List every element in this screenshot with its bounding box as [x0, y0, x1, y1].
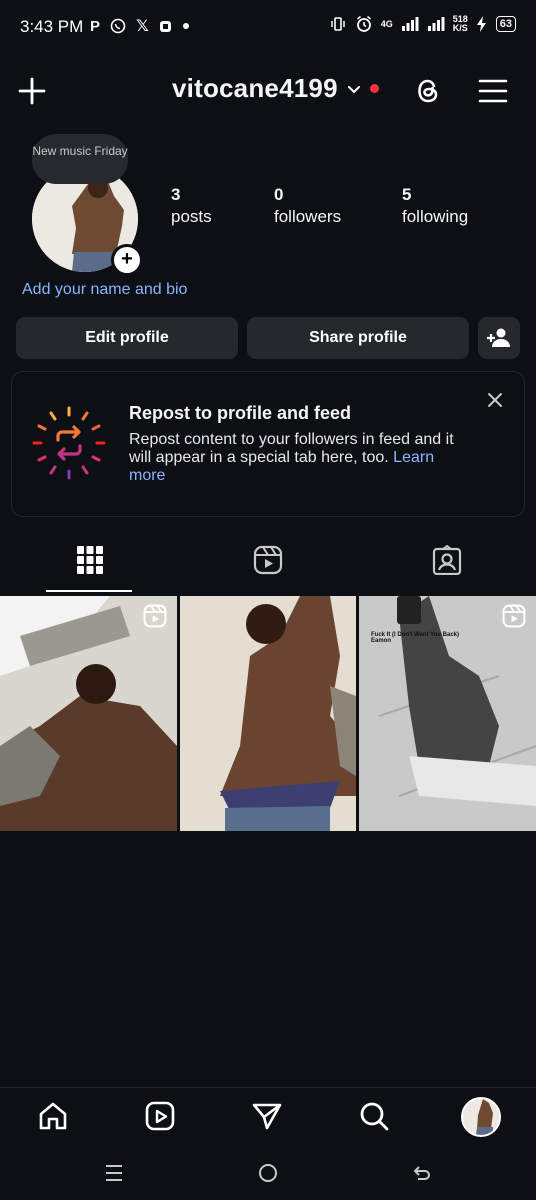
- add-person-icon: [487, 328, 510, 347]
- posts-label: posts: [171, 207, 212, 226]
- active-tab-indicator: [46, 590, 132, 592]
- post-tile-3[interactable]: Fuck It (I Don't Want You Back) Eamon: [359, 596, 536, 831]
- reel-badge-icon: [143, 604, 167, 628]
- system-home[interactable]: [258, 1163, 278, 1183]
- dismiss-card-button[interactable]: [487, 392, 503, 408]
- reel-badge-icon: [502, 604, 526, 628]
- threads-button[interactable]: [412, 75, 444, 107]
- status-system-icons: 4G 518 K/S 63: [329, 15, 516, 33]
- system-back[interactable]: [412, 1163, 432, 1183]
- post-tile-2[interactable]: [180, 596, 356, 831]
- create-button[interactable]: [17, 76, 47, 106]
- chevron-down-icon: [346, 81, 362, 97]
- nav-profile-avatar[interactable]: [461, 1097, 501, 1137]
- posts-count: 3: [171, 185, 181, 204]
- grid-icon: [77, 546, 103, 574]
- repost-card-title: Repost to profile and feed: [129, 403, 352, 423]
- username: vitocane4199: [172, 73, 338, 103]
- reels-icon: [145, 1101, 175, 1131]
- nav-search[interactable]: [358, 1100, 390, 1132]
- tab-reels[interactable]: [253, 545, 283, 575]
- network-speed: 518 K/S: [453, 15, 468, 33]
- tagged-icon: [432, 545, 462, 575]
- nav-reels[interactable]: [144, 1100, 176, 1132]
- back-icon: [413, 1166, 430, 1180]
- notification-dot: [369, 84, 379, 93]
- p-icon: P: [90, 17, 101, 35]
- dot-icon: [182, 22, 190, 30]
- alarm-icon: [355, 15, 373, 33]
- account-switcher[interactable]: vitocane4199: [172, 73, 379, 104]
- stat-following[interactable]: 5 following: [402, 184, 468, 228]
- edit-profile-button[interactable]: Edit profile: [16, 317, 238, 359]
- repost-card-body: Repost content to your followers in feed…: [129, 431, 459, 485]
- charging-icon: [476, 16, 488, 32]
- discover-people-button[interactable]: [478, 317, 520, 359]
- messages-icon: [252, 1103, 282, 1130]
- search-icon: [360, 1102, 389, 1131]
- add-bio-link[interactable]: Add your name and bio: [22, 281, 187, 299]
- post-3-caption: Fuck It (I Don't Want You Back) Eamon: [371, 632, 461, 644]
- nav-home[interactable]: [37, 1100, 69, 1132]
- post-tile-1[interactable]: [0, 596, 177, 831]
- profile-avatar-photo: [463, 1099, 499, 1135]
- signal-icon: [401, 17, 419, 31]
- threads-icon: [418, 79, 438, 103]
- hamburger-icon: [478, 79, 508, 103]
- add-story-button[interactable]: +: [111, 244, 143, 276]
- repost-icon: [32, 406, 106, 480]
- vibrate-icon: [329, 16, 347, 32]
- signal-icon-2: [427, 17, 445, 31]
- menu-button[interactable]: [478, 78, 508, 104]
- followers-count: 0: [274, 185, 284, 204]
- x-icon: 𝕏: [136, 18, 149, 35]
- close-icon: [488, 393, 502, 407]
- app-icon: [159, 20, 172, 33]
- tab-tagged[interactable]: [432, 545, 462, 575]
- status-bar: 3:43 PM P 𝕏 4G 518 K/S 63: [0, 0, 536, 56]
- post-photo-2: [180, 596, 356, 831]
- nav-messages[interactable]: [251, 1100, 283, 1132]
- post-photo-1: [0, 596, 177, 831]
- system-recents[interactable]: [104, 1163, 124, 1183]
- tab-grid[interactable]: [77, 546, 103, 574]
- speed-unit: K/S: [452, 23, 468, 33]
- share-profile-button[interactable]: Share profile: [247, 317, 469, 359]
- post-3-caption-line2: Eamon: [371, 638, 392, 644]
- following-count: 5: [402, 185, 412, 204]
- note-bubble[interactable]: New music Friday: [32, 134, 128, 184]
- followers-label: followers: [274, 207, 342, 226]
- plus-small-icon: +: [121, 248, 133, 270]
- status-time: 3:43 PM: [20, 17, 84, 36]
- home-circle-icon: [259, 1164, 277, 1182]
- recents-icon: [106, 1165, 122, 1181]
- stat-posts[interactable]: 3 posts: [171, 184, 212, 228]
- home-icon: [39, 1102, 67, 1130]
- reels-tab-icon: [253, 545, 283, 575]
- network-type: 4G: [380, 18, 393, 29]
- battery-indicator: 63: [495, 16, 516, 32]
- stat-followers[interactable]: 0 followers: [274, 184, 341, 228]
- network-label: 4G: [380, 18, 393, 29]
- plus-icon: [18, 77, 46, 105]
- whatsapp-icon: [110, 18, 126, 34]
- following-label: following: [402, 207, 469, 226]
- status-notification-icons: P 𝕏: [90, 16, 190, 36]
